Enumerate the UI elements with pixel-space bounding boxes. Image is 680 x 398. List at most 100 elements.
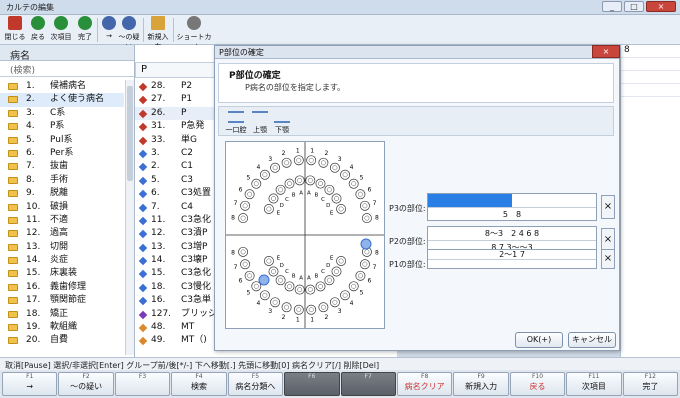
category-item[interactable]: 20. 自費: [0, 334, 124, 347]
tooth-mark[interactable]: [361, 213, 372, 224]
tooth-mark[interactable]: [340, 290, 351, 301]
function-key-f12[interactable]: F12 完了: [622, 372, 679, 396]
function-key-f8[interactable]: F8 病名クリア: [396, 372, 453, 396]
tooth-mark[interactable]: [348, 178, 359, 189]
tooth-mark[interactable]: [238, 246, 249, 257]
tooth-mark[interactable]: [263, 204, 274, 214]
tooth-mark[interactable]: [259, 290, 270, 301]
tooth-mark[interactable]: [318, 302, 329, 313]
p3-clear-button[interactable]: ×: [601, 195, 615, 219]
selected-tooth-mark[interactable]: [258, 274, 270, 286]
cancel-button[interactable]: キャンセル: [568, 332, 616, 348]
whole-mouth-button[interactable]: 一口腔: [223, 111, 249, 135]
tooth-mark[interactable]: [315, 281, 326, 292]
category-item[interactable]: 14. 炎症: [0, 254, 124, 267]
tooth-mark[interactable]: [331, 193, 342, 204]
minimize-button[interactable]: _: [602, 1, 622, 12]
tooth-mark[interactable]: [251, 178, 262, 189]
tooth-mark[interactable]: [315, 178, 326, 189]
selected-tooth-mark[interactable]: [360, 238, 372, 250]
tooth-mark[interactable]: [305, 175, 316, 186]
disease-item[interactable]: 6. C3処置: [135, 187, 217, 200]
tooth-mark[interactable]: [275, 184, 286, 195]
tooth-mark[interactable]: [244, 270, 255, 281]
function-key-f1[interactable]: F1 →: [2, 372, 58, 396]
tooth-mark[interactable]: [244, 189, 255, 200]
tooth-mark[interactable]: [275, 275, 286, 286]
category-item[interactable]: 1. 候補病名: [0, 80, 124, 93]
disease-item[interactable]: 49. MT（): [135, 334, 217, 347]
dialog-close-button[interactable]: ×: [592, 45, 620, 58]
tooth-mark[interactable]: [355, 189, 366, 200]
lower-jaw-button[interactable]: 下顎: [269, 111, 295, 135]
tooth-mark[interactable]: [359, 259, 370, 270]
close-button[interactable]: 閉じる: [4, 16, 26, 44]
disease-item[interactable]: 26. P: [135, 106, 217, 121]
disease-item[interactable]: 13. C3増P: [135, 241, 217, 254]
disease-item[interactable]: 48. MT: [135, 321, 217, 334]
function-key-f9[interactable]: F9 新規入力: [453, 372, 509, 396]
disease-item[interactable]: 11. C3急化: [135, 214, 217, 227]
maximize-button[interactable]: □: [624, 1, 644, 12]
tooth-mark[interactable]: [270, 162, 281, 173]
category-item[interactable]: 5. Pul系: [0, 134, 124, 147]
tooth-mark[interactable]: [306, 304, 317, 315]
tooth-mark[interactable]: [270, 297, 281, 308]
tooth-mark[interactable]: [348, 281, 359, 292]
tooth-mark[interactable]: [293, 155, 304, 166]
suspected-button[interactable]: ～の疑い: [116, 16, 142, 51]
category-item[interactable]: 7. 抜歯: [0, 160, 124, 173]
disease-item[interactable]: 18. C3慢化: [135, 281, 217, 294]
category-item[interactable]: 3. C系: [0, 107, 124, 120]
disease-item[interactable]: 31. P急発: [135, 120, 217, 133]
function-key-f10[interactable]: F10 戻る: [509, 372, 566, 396]
tooth-mark[interactable]: [306, 155, 317, 166]
disease-item[interactable]: 127. ブリッジ: [135, 308, 217, 321]
function-key-f2[interactable]: F2 ～の疑い: [58, 372, 114, 396]
close-window-button[interactable]: ×: [646, 1, 676, 12]
tooth-mark[interactable]: [329, 297, 340, 308]
tooth-mark[interactable]: [336, 256, 347, 266]
tooth-mark[interactable]: [281, 302, 292, 313]
function-key-f7[interactable]: F7: [340, 372, 396, 396]
back-button[interactable]: 戻る: [28, 16, 48, 44]
disease-item[interactable]: 16. C3急単: [135, 294, 217, 307]
p1-clear-button[interactable]: ×: [601, 249, 615, 269]
tooth-mark[interactable]: [305, 284, 316, 295]
disease-item[interactable]: 33. 単G: [135, 134, 217, 147]
function-key-f3[interactable]: F3: [114, 372, 171, 396]
search-input[interactable]: (検索): [0, 61, 134, 77]
disease-item[interactable]: 2. C1: [135, 160, 217, 173]
category-item[interactable]: 16. 義歯修理: [0, 281, 124, 294]
tooth-mark[interactable]: [324, 184, 335, 195]
tooth-chart-svg[interactable]: 88776655443322111122334455667788EEDDCCBB…: [226, 142, 384, 328]
tooth-mark[interactable]: [355, 270, 366, 281]
disease-item[interactable]: 12. C3潰P: [135, 227, 217, 240]
next-item-button[interactable]: 次項目: [50, 16, 72, 44]
ok-button[interactable]: OK(+): [515, 332, 563, 348]
tooth-mark[interactable]: [294, 284, 305, 295]
tooth-mark[interactable]: [238, 213, 249, 224]
category-item[interactable]: 15. 床裏装: [0, 267, 124, 280]
disease-item[interactable]: 7. C4: [135, 201, 217, 214]
function-key-f5[interactable]: F5 病名分類へ: [227, 372, 284, 396]
complete-button[interactable]: 完了: [75, 16, 95, 44]
function-key-f11[interactable]: F11 次項目: [566, 372, 622, 396]
p1-site-field[interactable]: 2～1 7: [427, 249, 597, 269]
tooth-mark[interactable]: [329, 162, 340, 173]
category-item[interactable]: 19. 軟組織: [0, 321, 124, 334]
category-item[interactable]: 10. 破損: [0, 201, 124, 214]
tooth-mark[interactable]: [268, 266, 279, 277]
tooth-mark[interactable]: [331, 266, 342, 277]
new-entry-button[interactable]: 新規入力: [145, 16, 171, 51]
category-item[interactable]: 6. Per系: [0, 147, 124, 160]
scroll-thumb[interactable]: [127, 86, 133, 181]
category-item[interactable]: 2. よく使う病名: [0, 93, 124, 107]
tooth-mark[interactable]: [359, 200, 370, 211]
shortcut-button[interactable]: ショートカット: [176, 16, 212, 51]
tooth-mark[interactable]: [268, 193, 279, 204]
tooth-mark[interactable]: [293, 304, 304, 315]
tooth-mark[interactable]: [340, 169, 351, 180]
tooth-mark[interactable]: [284, 178, 295, 189]
disease-item[interactable]: 5. C3: [135, 174, 217, 187]
